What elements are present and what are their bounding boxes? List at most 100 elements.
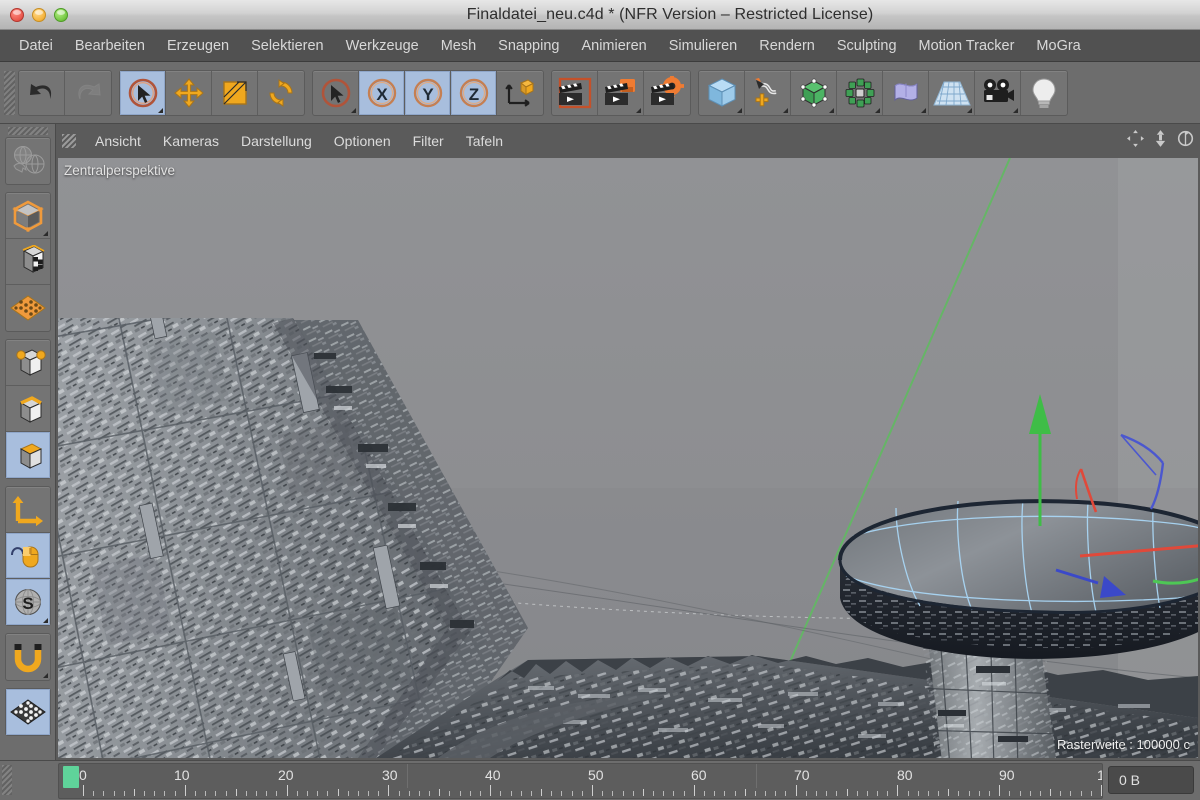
toolbar-group-undo-redo — [18, 69, 112, 116]
scale-tool-button[interactable] — [212, 70, 258, 115]
array-modelling-button[interactable] — [837, 70, 883, 115]
pan-icon[interactable] — [1127, 130, 1144, 152]
select-tool-button[interactable] — [120, 70, 166, 115]
toolbar-group-axis: X Y Z — [312, 69, 544, 116]
undo-button[interactable] — [19, 70, 65, 115]
tool-submenu-corner-icon — [636, 107, 641, 113]
nurbs-cube-icon — [800, 78, 827, 107]
undo-view-button[interactable] — [6, 138, 50, 184]
left-group-workplane — [4, 688, 51, 736]
timeline-tick-30: 30 — [382, 767, 398, 783]
axis-lock-x-button[interactable]: X — [359, 70, 405, 115]
axis-modify-button[interactable] — [5, 487, 50, 533]
camera-button[interactable] — [975, 70, 1021, 115]
viewport-menu-filter[interactable]: Filter — [402, 131, 455, 151]
spline-pen-button[interactable] — [745, 70, 791, 115]
menu-erzeugen[interactable]: Erzeugen — [156, 35, 240, 57]
texture-mode-button[interactable] — [6, 285, 50, 331]
redo-icon — [78, 82, 101, 99]
tool-submenu-corner-icon — [921, 107, 926, 113]
toolbar-grip[interactable] — [4, 70, 15, 115]
polygon-mode-button[interactable] — [5, 432, 50, 478]
viewport-menu-kameras[interactable]: Kameras — [152, 131, 230, 151]
viewport-menu-optionen[interactable]: Optionen — [323, 131, 402, 151]
world-object-axis-button[interactable] — [497, 71, 543, 115]
viewport-menu-tafeln[interactable]: Tafeln — [455, 131, 514, 151]
svg-text:S: S — [22, 594, 33, 613]
menu-mesh[interactable]: Mesh — [430, 35, 487, 57]
axis-z-icon: Z — [459, 78, 488, 107]
left-tool-palette: S — [0, 124, 56, 800]
magnet-snap-button[interactable] — [6, 634, 50, 680]
edge-mode-button[interactable] — [5, 386, 50, 432]
menu-motion-tracker[interactable]: Motion Tracker — [908, 35, 1026, 57]
tool-submenu-corner-icon — [783, 107, 788, 113]
tool-submenu-corner-icon — [1013, 107, 1018, 113]
rotate-icon[interactable] — [1177, 130, 1194, 152]
edge-mode-icon — [19, 395, 42, 423]
viewport-grip[interactable] — [62, 134, 76, 148]
timeline-grip[interactable] — [2, 765, 12, 795]
workplane-grid-icon — [9, 699, 46, 725]
render-picture-viewer-button[interactable] — [598, 70, 644, 115]
viewport-canvas[interactable]: Y X Z Zentralperspektive Rasterweite : 1… — [58, 158, 1198, 758]
viewport-nav-controls — [1127, 124, 1194, 158]
render-view-icon — [558, 77, 591, 108]
enable-axis-button[interactable] — [5, 533, 50, 579]
timeline-ruler[interactable]: 0 10 20 30 40 50 60 70 80 90 100 — [58, 763, 1103, 799]
nurbs-cube-button[interactable] — [791, 70, 837, 115]
light-button[interactable] — [1021, 71, 1067, 115]
viewport-3d-scene: Y X Z — [58, 158, 1198, 758]
last-tool-button[interactable] — [313, 70, 359, 115]
menu-bearbeiten[interactable]: Bearbeiten — [64, 35, 156, 57]
deformer-button[interactable] — [883, 70, 929, 115]
render-view-button[interactable] — [552, 70, 598, 115]
soft-selection-button[interactable]: S — [5, 579, 50, 625]
make-editable-icon — [11, 200, 44, 232]
menu-snapping[interactable]: Snapping — [487, 35, 570, 57]
viewport-menu-darstellung[interactable]: Darstellung — [230, 131, 323, 151]
rotate-icon — [269, 78, 293, 107]
point-mode-button[interactable] — [5, 340, 50, 386]
menu-sculpting[interactable]: Sculpting — [826, 35, 908, 57]
viewport-menu-ansicht[interactable]: Ansicht — [84, 131, 152, 151]
axis-lock-z-button[interactable]: Z — [451, 70, 497, 115]
timeline-playhead[interactable] — [63, 766, 79, 788]
undo-icon — [29, 83, 51, 99]
redo-button[interactable] — [65, 71, 111, 115]
left-palette-grip[interactable] — [7, 127, 48, 135]
menu-werkzeuge[interactable]: Werkzeuge — [335, 35, 430, 57]
make-editable-button[interactable] — [5, 193, 50, 239]
menu-rendern[interactable]: Rendern — [748, 35, 826, 57]
cube-primitive-button[interactable] — [699, 70, 745, 115]
tool-submenu-corner-icon — [875, 107, 880, 113]
model-mode-button[interactable] — [5, 239, 50, 285]
rotate-tool-button[interactable] — [258, 71, 304, 115]
timeline-tick-90: 90 — [999, 767, 1015, 783]
menu-mograph[interactable]: MoGra — [1025, 35, 1091, 57]
axis-lock-y-button[interactable]: Y — [405, 70, 451, 115]
menu-animieren[interactable]: Animieren — [570, 35, 657, 57]
menu-selektieren[interactable]: Selektieren — [240, 35, 335, 57]
light-bulb-icon — [1032, 77, 1056, 108]
deformer-icon — [894, 82, 917, 101]
undo-view-icon — [12, 146, 44, 174]
render-settings-button[interactable] — [644, 71, 690, 115]
menu-datei[interactable]: Datei — [8, 35, 64, 57]
tool-submenu-corner-icon — [829, 107, 834, 113]
timeline-tick-70: 70 — [794, 767, 810, 783]
menu-simulieren[interactable]: Simulieren — [658, 35, 749, 57]
dolly-icon[interactable] — [1154, 130, 1167, 152]
workplane-grid-button[interactable] — [5, 689, 50, 735]
svg-text:X: X — [376, 85, 388, 104]
soft-selection-icon: S — [14, 589, 41, 615]
axis-y-icon: Y — [413, 78, 442, 107]
move-tool-button[interactable] — [166, 70, 212, 115]
environment-floor-button[interactable] — [929, 70, 975, 115]
cinema4d-window: Finaldatei_neu.c4d * (NFR Version – Rest… — [0, 0, 1200, 800]
svg-text:Y: Y — [422, 85, 434, 104]
svg-text:Z: Z — [468, 85, 478, 104]
toolbar-group-render — [551, 69, 691, 116]
tool-submenu-corner-icon — [158, 107, 163, 113]
menu-bar: Datei Bearbeiten Erzeugen Selektieren We… — [0, 30, 1200, 62]
